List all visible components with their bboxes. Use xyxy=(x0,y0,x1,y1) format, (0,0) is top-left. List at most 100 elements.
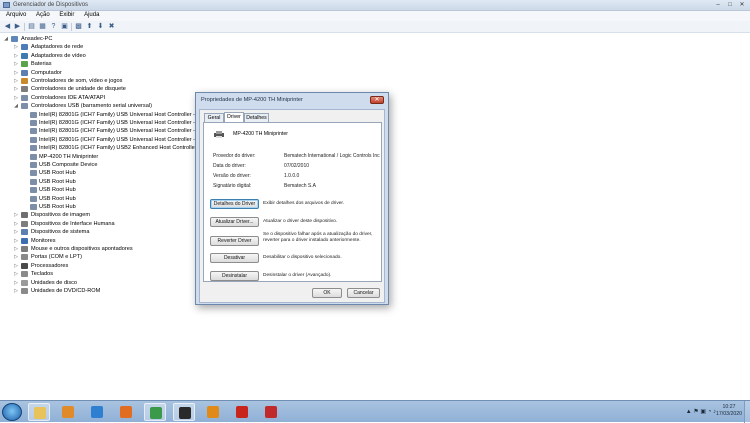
expand-icon[interactable]: ▷ xyxy=(13,220,19,228)
expand-icon[interactable]: ▷ xyxy=(13,237,19,245)
media-player-icon xyxy=(62,406,74,418)
toolbar: ◀ ▶ ▤ ▦ ? ▣ ▩ ⬆ ⬇ ✖ xyxy=(0,21,750,33)
taskbar-item[interactable] xyxy=(202,403,224,421)
expand-icon[interactable]: ▷ xyxy=(13,94,19,102)
usb-device-icon xyxy=(30,145,37,152)
dialog-title: Propriedades de MP-4200 TH Miniprinter xyxy=(201,97,303,103)
taskbar-item[interactable] xyxy=(115,403,137,421)
update-driver-button[interactable]: Atualizar Driver... xyxy=(210,217,259,227)
category-icon xyxy=(21,86,28,93)
tree-category-label: Dispositivos de Interface Humana xyxy=(31,220,115,227)
menu-ajuda[interactable]: Ajuda xyxy=(82,11,101,19)
usb-device-icon xyxy=(30,128,37,135)
disable-button[interactable]: Desativar xyxy=(210,253,259,263)
properties-icon[interactable]: ▤ xyxy=(27,23,36,31)
rollback-driver-button[interactable]: Reverter Driver xyxy=(210,236,259,246)
uninstall-desc: Desinstalar o driver (Avançado). xyxy=(263,273,332,278)
taskbar-item[interactable] xyxy=(260,403,282,421)
expand-icon[interactable]: ▷ xyxy=(13,60,19,68)
expand-icon[interactable]: ▷ xyxy=(13,228,19,236)
expand-icon[interactable]: ▷ xyxy=(13,279,19,287)
usb-device-label: USB Root Hub xyxy=(39,187,76,194)
expand-icon[interactable]: ▷ xyxy=(13,262,19,270)
tab-driver[interactable]: Driver xyxy=(224,112,244,122)
menu-acao[interactable]: Ação xyxy=(34,11,52,19)
usb-device-icon xyxy=(30,178,37,185)
console-tree-icon[interactable]: ▦ xyxy=(38,23,47,31)
category-icon xyxy=(21,229,28,236)
expand-icon[interactable]: ▷ xyxy=(13,287,19,295)
collapse-icon[interactable]: ◢ xyxy=(3,35,9,43)
usb-device-icon xyxy=(30,136,37,143)
taskbar-item[interactable] xyxy=(144,403,166,421)
expand-icon[interactable]: ▷ xyxy=(13,253,19,261)
tab-geral[interactable]: Geral xyxy=(204,113,224,122)
chrome-icon xyxy=(150,407,162,419)
collapse-icon[interactable]: ◢ xyxy=(13,102,19,110)
minimize-button[interactable]: – xyxy=(712,1,724,9)
expand-icon[interactable]: ▷ xyxy=(13,211,19,219)
ok-button[interactable]: OK xyxy=(312,288,342,298)
expand-icon[interactable]: ▷ xyxy=(13,52,19,60)
expand-icon[interactable]: ▷ xyxy=(13,270,19,278)
usb-device-label: MP-4200 TH Miniprinter xyxy=(39,153,99,160)
disable-desc: Desabilitar o dispositivo selecionado. xyxy=(263,255,342,260)
show-desktop-button[interactable] xyxy=(744,401,750,423)
start-button[interactable] xyxy=(2,403,22,421)
taskbar-item[interactable] xyxy=(86,403,108,421)
view-icon[interactable]: ▣ xyxy=(60,23,69,31)
tree-root-label: Ansadec-PC xyxy=(21,36,53,42)
close-button[interactable]: ✕ xyxy=(736,1,748,9)
driver-version-label: Versão do driver: xyxy=(213,173,251,179)
taskbar-item[interactable] xyxy=(231,403,253,421)
disable-device-icon[interactable]: ⬇ xyxy=(96,23,105,31)
taskbar-item[interactable] xyxy=(28,403,50,421)
printer-icon xyxy=(214,131,224,138)
tree-category-label: Baterias xyxy=(31,61,52,68)
category-icon xyxy=(21,94,28,101)
forward-arrow-icon[interactable]: ▶ xyxy=(13,23,22,31)
clock[interactable]: 10:27 17/03/2020 xyxy=(716,404,742,418)
category-icon xyxy=(21,279,28,286)
driver-provider-value: Bematech International / Logic Controls … xyxy=(284,153,380,159)
tree-category-label: Processadores xyxy=(31,262,69,269)
category-icon xyxy=(21,220,28,227)
category-icon xyxy=(21,237,28,244)
menu-exibir[interactable]: Exibir xyxy=(57,11,76,19)
driver-details-button[interactable]: Detalhes do Driver xyxy=(210,199,259,209)
expand-icon[interactable]: ▷ xyxy=(13,69,19,77)
category-icon xyxy=(21,103,28,110)
internet-explorer-icon xyxy=(91,406,103,418)
driver-date-label: Data do driver: xyxy=(213,163,246,169)
expand-icon[interactable]: ▷ xyxy=(13,43,19,51)
window-title: Gerenciador de Dispositivos xyxy=(13,2,89,8)
usb-device-label: USB Root Hub xyxy=(39,204,76,210)
driver-provider-label: Provedor do driver: xyxy=(213,153,256,159)
dialog-close-button[interactable]: ✕ xyxy=(370,96,384,104)
maximize-button[interactable]: □ xyxy=(724,1,736,9)
system-tray-icons[interactable]: ▲ ⚑ ▣ ◔ ♪ xyxy=(686,408,716,415)
update-driver-icon[interactable]: ⬆ xyxy=(85,23,94,31)
expand-icon[interactable]: ▷ xyxy=(13,245,19,253)
menu-arquivo[interactable]: Arquivo xyxy=(4,11,28,19)
usb-device-label: Intel(R) 82801G (ICH7 Family) USB2 Enhan… xyxy=(39,145,201,152)
menu-bar: Arquivo Ação Exibir Ajuda xyxy=(0,11,750,21)
category-icon xyxy=(21,78,28,84)
back-arrow-icon[interactable]: ◀ xyxy=(3,23,12,31)
cancel-button[interactable]: Cancelar xyxy=(347,288,380,298)
help-icon[interactable]: ? xyxy=(49,23,58,31)
taskbar-item[interactable] xyxy=(57,403,79,421)
acrobat-icon xyxy=(236,406,248,418)
tree-category-label: Computador xyxy=(31,69,62,76)
usb-device-icon xyxy=(30,120,37,126)
scan-hardware-icon[interactable]: ▩ xyxy=(74,23,83,31)
tab-detalhes[interactable]: Detalhes xyxy=(244,113,269,122)
uninstall-button[interactable]: Desinstalar xyxy=(210,271,259,281)
device-name: MP-4200 TH Miniprinter xyxy=(233,131,288,137)
update-driver-desc: Atualizar o driver deste dispositivo. xyxy=(263,219,338,224)
expand-icon[interactable]: ▷ xyxy=(13,77,19,85)
expand-icon[interactable]: ▷ xyxy=(13,85,19,93)
uninstall-device-icon[interactable]: ✖ xyxy=(107,23,116,31)
usb-device-icon xyxy=(30,195,37,202)
taskbar-item[interactable] xyxy=(173,403,195,421)
